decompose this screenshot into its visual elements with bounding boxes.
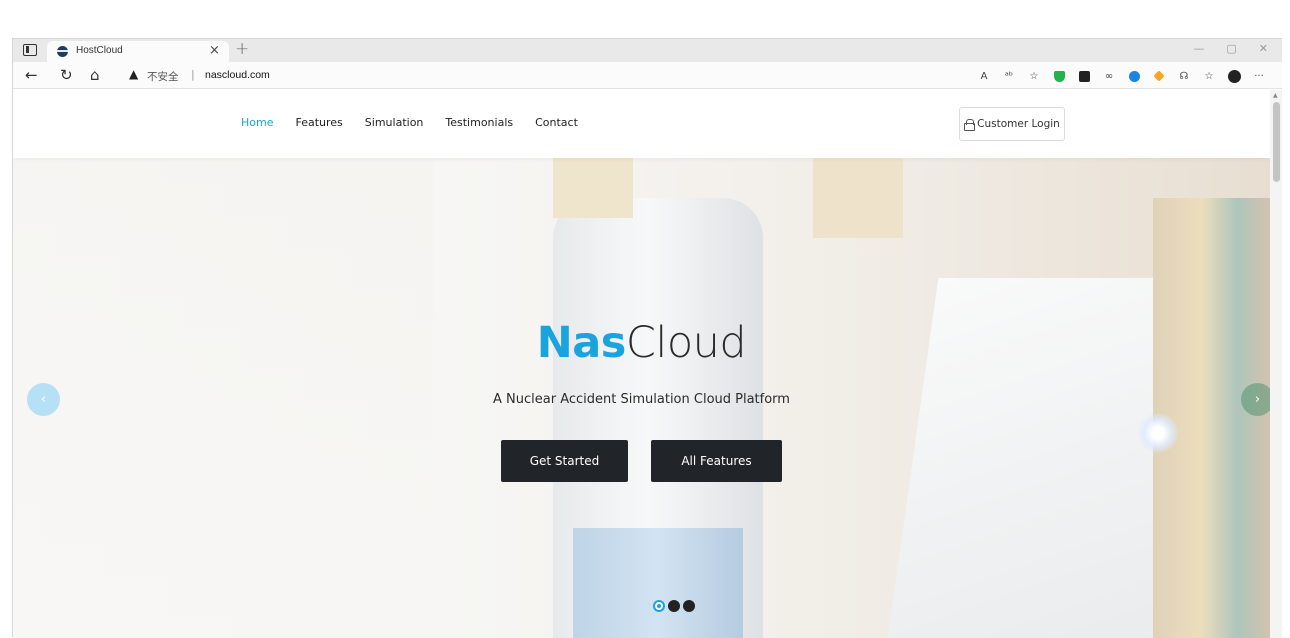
carousel-indicator[interactable]: [683, 600, 695, 612]
browser-window: HostCloud × + — ▢ ✕ ← ↻ ⌂ ▲ 不安全 | nasclo…: [12, 38, 1282, 638]
new-tab-button[interactable]: +: [235, 39, 249, 59]
tab-hostcloud[interactable]: HostCloud ×: [47, 41, 229, 62]
more-menu-icon[interactable]: ···: [1248, 68, 1270, 84]
customer-login-button[interactable]: Customer Login: [959, 107, 1065, 141]
add-favorite-icon[interactable]: ☆: [1023, 68, 1045, 84]
carousel-indicators: [653, 600, 695, 612]
window-controls: — ▢ ✕: [1193, 42, 1268, 55]
carousel-indicator[interactable]: [653, 600, 665, 612]
database-icon: [57, 46, 68, 57]
home-button[interactable]: ⌂: [90, 66, 100, 84]
read-aloud-icon[interactable]: A: [973, 68, 995, 84]
vertical-scrollbar[interactable]: ▲: [1270, 90, 1282, 638]
chevron-right-icon: ›: [1254, 392, 1261, 407]
shield-extension-icon[interactable]: [1048, 68, 1070, 84]
puzzle-extension-icon[interactable]: ☊: [1173, 68, 1195, 84]
infinity-extension-icon[interactable]: ∞: [1098, 68, 1120, 84]
close-window-button[interactable]: ✕: [1259, 42, 1268, 55]
address-separator: |: [191, 68, 195, 81]
nav-features[interactable]: Features: [295, 116, 342, 129]
store-extension-icon[interactable]: [1073, 68, 1095, 84]
hero-carousel: NasCloud A Nuclear Accident Simulation C…: [13, 158, 1270, 638]
hero-buttons: Get Started All Features: [501, 440, 782, 482]
blue-extension-icon[interactable]: [1123, 68, 1145, 84]
translate-icon[interactable]: ᵃᵇ: [998, 68, 1020, 84]
reload-button[interactable]: ↻: [60, 66, 73, 84]
favorites-icon[interactable]: ☆: [1198, 68, 1220, 84]
scroll-thumb[interactable]: [1273, 102, 1280, 182]
maximize-button[interactable]: ▢: [1226, 42, 1236, 55]
nav-contact[interactable]: Contact: [535, 116, 578, 129]
profile-avatar-icon[interactable]: [1223, 68, 1245, 84]
nav-home[interactable]: Home: [241, 116, 273, 129]
minimize-button[interactable]: —: [1193, 42, 1204, 55]
extensions-row: A ᵃᵇ ☆ ∞ ☊ ☆ ···: [970, 68, 1270, 84]
address-bar[interactable]: ▲ 不安全 | nascloud.com: [121, 65, 881, 86]
site-header: Home Features Simulation Testimonials Co…: [13, 90, 1270, 158]
tab-actions-icon[interactable]: [23, 44, 37, 56]
carousel-indicator[interactable]: [668, 600, 680, 612]
warning-icon[interactable]: ▲: [129, 67, 138, 81]
get-started-button[interactable]: Get Started: [501, 440, 628, 482]
lock-icon: [964, 119, 976, 131]
address-toolbar: ← ↻ ⌂ ▲ 不安全 | nascloud.com A ᵃᵇ ☆ ∞ ☊ ☆ …: [13, 62, 1282, 89]
carousel-next-button[interactable]: ›: [1241, 383, 1270, 416]
url-text[interactable]: nascloud.com: [205, 69, 270, 81]
all-features-button[interactable]: All Features: [651, 440, 782, 482]
scroll-up-icon[interactable]: ▲: [1273, 92, 1278, 99]
not-secure-label: 不安全: [147, 71, 179, 83]
hero-title: NasCloud: [13, 318, 1270, 368]
hero-subtitle: A Nuclear Accident Simulation Cloud Plat…: [493, 392, 790, 407]
close-tab-icon[interactable]: ×: [209, 43, 220, 58]
tab-title: HostCloud: [76, 45, 123, 56]
orange-extension-icon[interactable]: [1148, 68, 1170, 84]
hero-title-rest: Cloud: [625, 318, 747, 368]
customer-login-label: Customer Login: [977, 118, 1060, 130]
nav-testimonials[interactable]: Testimonials: [445, 116, 513, 129]
site-nav: Home Features Simulation Testimonials Co…: [241, 116, 578, 129]
hero-title-accent: Nas: [536, 318, 627, 368]
chevron-left-icon: ‹: [40, 392, 47, 407]
nav-simulation[interactable]: Simulation: [365, 116, 424, 129]
back-button[interactable]: ←: [25, 66, 38, 84]
page-viewport: Home Features Simulation Testimonials Co…: [13, 90, 1270, 638]
tab-strip: HostCloud × + — ▢ ✕: [13, 39, 1282, 62]
carousel-prev-button[interactable]: ‹: [27, 383, 60, 416]
